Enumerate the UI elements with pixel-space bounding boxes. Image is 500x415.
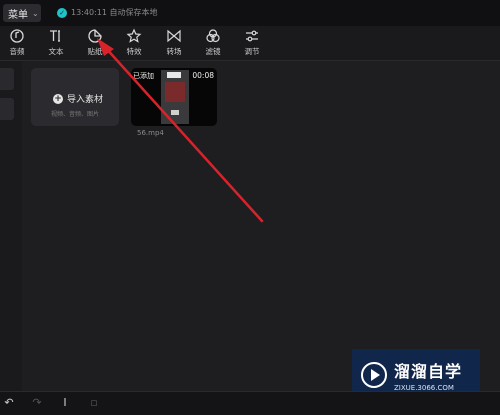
chevron-down-icon: ⌄ xyxy=(32,8,39,18)
clip-frame-top xyxy=(167,72,181,78)
clip-duration: 00:08 xyxy=(192,71,214,80)
media-clip-thumbnail[interactable]: 已添加 00:08 xyxy=(131,68,217,126)
tool-label: 音频 xyxy=(9,47,25,56)
import-main: + 导入素材 xyxy=(53,92,103,105)
asset-toolbar: 音频 文本 贴纸 特效 转场 滤镜 调节 xyxy=(0,26,500,61)
clip-name: 56.mp4 xyxy=(137,129,164,137)
tool-filter[interactable]: 滤镜 xyxy=(193,28,233,58)
redo-icon[interactable]: ↷ xyxy=(31,397,43,409)
tool-label: 滤镜 xyxy=(205,47,221,56)
top-bar: 菜单 ⌄ ✓ 13:40:11 自动保存本地 xyxy=(0,0,500,26)
tool-label: 贴纸 xyxy=(87,47,103,56)
sidebar-tab-library[interactable] xyxy=(0,98,14,120)
tool-text[interactable]: 文本 xyxy=(36,28,76,58)
left-sidebar xyxy=(0,61,22,391)
tool-effects[interactable]: 特效 xyxy=(114,28,154,58)
timeline-toolbar: ↶ ↷ I ▫ xyxy=(0,391,500,415)
watermark-title: 溜溜自学 xyxy=(394,361,463,381)
text-icon xyxy=(50,30,60,42)
sticker-icon xyxy=(88,29,102,43)
filter-icon xyxy=(206,29,220,43)
plus-icon: + xyxy=(53,93,63,104)
import-media-button[interactable]: + 导入素材 视频、音频、图片 xyxy=(31,68,119,126)
menu-button[interactable]: 菜单 ⌄ xyxy=(3,4,41,22)
cloud-check-icon: ✓ xyxy=(57,7,67,18)
tool-transition[interactable]: 转场 xyxy=(154,28,194,58)
sidebar-tab-media[interactable] xyxy=(0,68,14,90)
effects-icon xyxy=(126,28,142,43)
autosave-text: 13:40:11 自动保存本地 xyxy=(71,8,158,17)
tool-audio[interactable]: 音频 xyxy=(0,28,37,58)
delete-icon[interactable]: ▫ xyxy=(88,397,100,409)
clip-frame-bottom xyxy=(171,110,179,115)
undo-icon[interactable]: ↶ xyxy=(3,397,15,409)
play-logo-icon xyxy=(361,361,387,388)
tool-label: 调节 xyxy=(244,47,260,56)
audio-icon xyxy=(10,29,24,43)
menu-label: 菜单 xyxy=(8,9,28,21)
tool-sticker[interactable]: 贴纸 xyxy=(75,28,115,58)
autosave-status: ✓ 13:40:11 自动保存本地 xyxy=(57,7,157,18)
transition-icon xyxy=(167,29,181,43)
tool-label: 文本 xyxy=(48,47,64,56)
tool-adjust[interactable]: 调节 xyxy=(232,28,272,58)
tool-label: 特效 xyxy=(126,47,142,56)
adjust-icon xyxy=(246,30,258,42)
split-icon[interactable]: I xyxy=(59,397,71,409)
tool-label: 转场 xyxy=(166,47,182,56)
added-badge: 已添加 xyxy=(133,72,154,80)
clip-frame-image xyxy=(165,82,185,102)
import-label: 导入素材 xyxy=(67,95,104,105)
import-hint: 视频、音频、图片 xyxy=(50,111,99,118)
